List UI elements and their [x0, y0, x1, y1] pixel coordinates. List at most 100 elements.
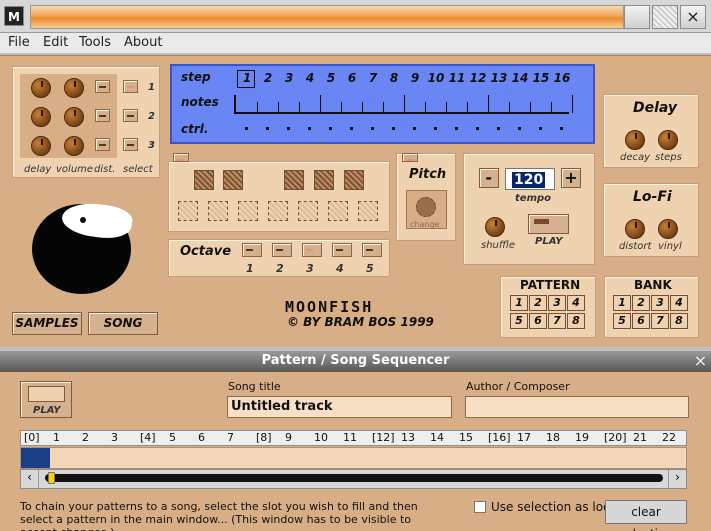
octave-button-2[interactable]	[272, 243, 292, 257]
pattern-square-4[interactable]	[314, 170, 334, 190]
step-number-3[interactable]: 3	[279, 71, 299, 85]
pattern-button-2[interactable]: 2	[529, 295, 547, 311]
tempo-minus-button[interactable]: -	[479, 168, 499, 188]
clear-selection-button[interactable]: clear selection	[605, 500, 687, 531]
pitch-enable-button[interactable]	[402, 153, 418, 162]
menu-tools[interactable]: Tools	[79, 35, 111, 50]
menu-edit[interactable]: Edit	[43, 35, 68, 50]
steps-knob[interactable]	[658, 130, 678, 150]
note-tick-8[interactable]	[404, 95, 405, 113]
delay-knob-3[interactable]	[31, 136, 51, 156]
pattern-light-square-7[interactable]	[358, 201, 378, 221]
octave-button-3[interactable]	[302, 243, 322, 257]
pattern-square-1[interactable]	[194, 170, 214, 190]
ctrl-dot-6[interactable]	[350, 127, 353, 130]
bank-button-6[interactable]: 6	[632, 313, 650, 329]
octave-button-5[interactable]	[362, 243, 382, 257]
step-number-8[interactable]: 8	[384, 71, 404, 85]
pattern-light-square-1[interactable]	[178, 201, 198, 221]
pattern-button-1[interactable]: 1	[510, 295, 528, 311]
ctrl-dot-10[interactable]	[434, 127, 437, 130]
ctrl-dot-7[interactable]	[371, 127, 374, 130]
song-title-field[interactable]: Untitled track	[227, 396, 452, 418]
pattern-button-4[interactable]: 4	[567, 295, 585, 311]
pattern-button-7[interactable]: 7	[548, 313, 566, 329]
ctrl-dot-15[interactable]	[539, 127, 542, 130]
scroll-thumb[interactable]	[48, 472, 55, 484]
step-number-4[interactable]: 4	[300, 71, 320, 85]
note-tick-10[interactable]	[446, 102, 447, 112]
pattern-button-6[interactable]: 6	[529, 313, 547, 329]
bank-button-4[interactable]: 4	[670, 295, 688, 311]
note-tick-3[interactable]	[299, 102, 300, 112]
note-tick-2[interactable]	[278, 102, 279, 112]
sequencer-close-icon[interactable]: ×	[693, 353, 708, 369]
step-number-13[interactable]: 13	[489, 71, 509, 85]
selected-song-slot[interactable]	[21, 448, 50, 468]
ctrl-dot-14[interactable]	[518, 127, 521, 130]
menu-about[interactable]: About	[124, 35, 162, 50]
ctrl-dot-2[interactable]	[266, 127, 269, 130]
tempo-input[interactable]: 120	[505, 168, 555, 190]
shuffle-knob[interactable]	[485, 217, 505, 237]
step-number-6[interactable]: 6	[342, 71, 362, 85]
pattern-square-3[interactable]	[284, 170, 304, 190]
play-button[interactable]	[528, 214, 569, 234]
scroll-left-icon[interactable]: ‹	[21, 470, 39, 488]
octave-button-1[interactable]	[242, 243, 262, 257]
bank-button-7[interactable]: 7	[651, 313, 669, 329]
samples-button[interactable]: SAMPLES	[12, 312, 82, 335]
pattern-light-square-2[interactable]	[208, 201, 228, 221]
delay-knob-1[interactable]	[31, 78, 51, 98]
note-tick-11[interactable]	[467, 102, 468, 112]
select-button-3[interactable]	[123, 138, 138, 151]
distort-knob[interactable]	[625, 219, 645, 239]
octave-button-4[interactable]	[332, 243, 352, 257]
bank-button-5[interactable]: 5	[613, 313, 631, 329]
step-number-12[interactable]: 12	[468, 71, 488, 85]
minimize-button[interactable]	[624, 5, 650, 29]
pattern-button-8[interactable]: 8	[567, 313, 585, 329]
vinyl-knob[interactable]	[658, 219, 678, 239]
note-tick-9[interactable]	[425, 102, 426, 112]
pattern-light-square-5[interactable]	[298, 201, 318, 221]
ctrl-dot-12[interactable]	[476, 127, 479, 130]
scroll-track[interactable]	[45, 474, 663, 482]
dist-button-3[interactable]	[95, 138, 110, 151]
bank-button-2[interactable]: 2	[632, 295, 650, 311]
volume-knob-2[interactable]	[64, 107, 84, 127]
step-number-16[interactable]: 16	[552, 71, 572, 85]
tempo-plus-button[interactable]: +	[561, 168, 581, 188]
note-tick-16[interactable]	[572, 95, 573, 113]
ctrl-dot-13[interactable]	[497, 127, 500, 130]
note-tick-6[interactable]	[362, 102, 363, 112]
ctrl-dot-16[interactable]	[560, 127, 563, 130]
note-tick-7[interactable]	[383, 102, 384, 112]
bank-button-3[interactable]: 3	[651, 295, 669, 311]
step-number-2[interactable]: 2	[258, 71, 278, 85]
note-tick-13[interactable]	[509, 102, 510, 112]
note-tick-12[interactable]	[488, 95, 489, 113]
step-number-7[interactable]: 7	[363, 71, 383, 85]
step-number-10[interactable]: 10	[426, 71, 446, 85]
pattern-light-square-6[interactable]	[328, 201, 348, 221]
sequencer-scrollbar[interactable]: ‹ ›	[20, 469, 687, 489]
pattern-square-5[interactable]	[344, 170, 364, 190]
dist-button-2[interactable]	[95, 109, 110, 122]
pattern-square-2[interactable]	[223, 170, 243, 190]
loop-checkbox[interactable]	[474, 501, 486, 513]
step-number-1[interactable]: 1	[237, 71, 257, 85]
ctrl-dot-5[interactable]	[329, 127, 332, 130]
step-number-5[interactable]: 5	[321, 71, 341, 85]
song-slot-row[interactable]	[20, 447, 687, 469]
delay-knob-2[interactable]	[31, 107, 51, 127]
ctrl-dot-9[interactable]	[413, 127, 416, 130]
pattern-light-square-4[interactable]	[268, 201, 288, 221]
decay-knob[interactable]	[625, 130, 645, 150]
pattern-light-square-3[interactable]	[238, 201, 258, 221]
bank-button-1[interactable]: 1	[613, 295, 631, 311]
pattern-button-5[interactable]: 5	[510, 313, 528, 329]
close-button[interactable]: ×	[680, 5, 706, 29]
ctrl-dot-1[interactable]	[245, 127, 248, 130]
select-button-2[interactable]	[123, 109, 138, 122]
